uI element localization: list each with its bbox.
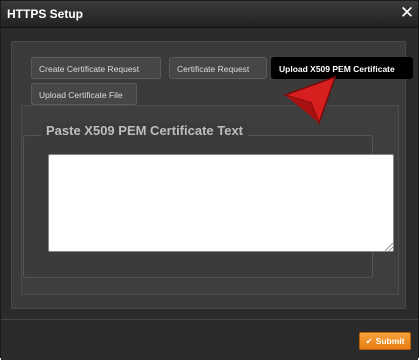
tab-certificate-request[interactable]: Certificate Request bbox=[169, 57, 267, 79]
dialog-titlebar: HTTPS Setup ✕ bbox=[1, 1, 418, 28]
check-icon: ✔ bbox=[365, 336, 373, 346]
pem-certificate-textarea[interactable] bbox=[48, 154, 394, 252]
submit-label: Submit bbox=[375, 336, 405, 346]
tab-upload-certificate-file[interactable]: Upload Certificate File bbox=[31, 83, 137, 105]
close-icon[interactable]: ✕ bbox=[398, 3, 416, 23]
resize-grip-icon[interactable] bbox=[385, 243, 393, 251]
dialog-title: HTTPS Setup bbox=[7, 7, 84, 21]
https-setup-dialog: HTTPS Setup ✕ Create Certificate Request… bbox=[0, 0, 419, 360]
tab-create-certificate-request[interactable]: Create Certificate Request bbox=[31, 57, 161, 79]
pem-fieldset-legend: Paste X509 PEM Certificate Text bbox=[41, 123, 249, 138]
dialog-footer bbox=[1, 319, 418, 360]
submit-button[interactable]: ✔ Submit bbox=[359, 332, 411, 350]
red-pointer-arrow-icon bbox=[283, 75, 337, 126]
